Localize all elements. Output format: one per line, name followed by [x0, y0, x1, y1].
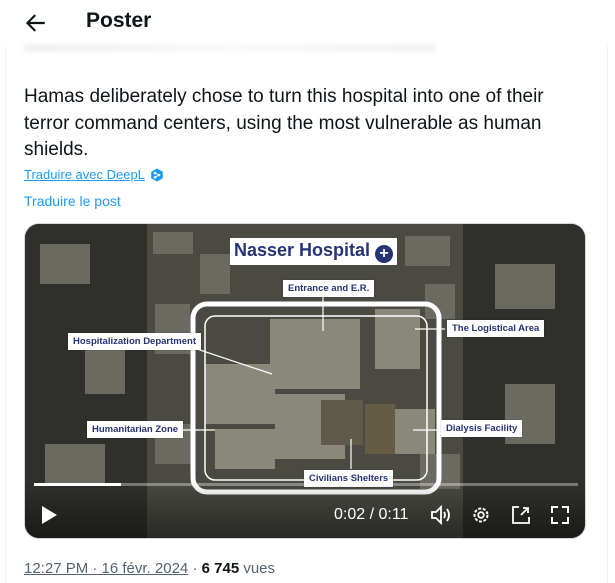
settings-gear-icon[interactable] [471, 505, 491, 525]
label-hospitalization: Hospitalization Department [68, 333, 201, 350]
label-logistical: The Logistical Area [447, 320, 545, 337]
page-title: Poster [86, 9, 152, 32]
label-humanitarian: Humanitarian Zone [87, 421, 184, 438]
view-count: 6 745 [201, 560, 240, 577]
tweet-meta: 12:27 PM · 16 févr. 2024 · 6 745 vues [24, 560, 275, 577]
video-time: 0:02 / 0:11 [334, 506, 409, 523]
back-arrow-icon[interactable] [22, 10, 48, 36]
deepl-logo-icon [151, 168, 163, 182]
scrolled-content-fade [24, 44, 436, 52]
hospital-name: Nasser Hospital [234, 240, 371, 260]
tweet-text: Hamas deliberately chose to turn this ho… [24, 86, 544, 160]
meta-separator: · [188, 560, 202, 577]
volume-icon[interactable] [430, 505, 452, 525]
medical-cross-icon: + [375, 245, 394, 263]
translate-post-link[interactable]: Traduire le post [24, 193, 121, 209]
translate-deepl-link[interactable]: Traduire avec DeepL [24, 167, 145, 182]
tweet-detail-page: Poster Hamas deliberately chose to turn … [0, 0, 615, 583]
fullscreen-icon[interactable] [550, 505, 570, 525]
video-progress-fill [34, 483, 122, 486]
video-controls-overlay [25, 482, 585, 538]
picture-in-picture-icon[interactable] [511, 505, 531, 525]
play-icon[interactable] [39, 505, 59, 525]
label-entrance: Entrance and E.R. [283, 280, 375, 297]
column-border-left [5, 0, 6, 583]
page-header: Poster [0, 0, 608, 46]
video-title-label: Nasser Hospital + [230, 238, 398, 265]
tweet-timestamp[interactable]: 12:27 PM · 16 févr. 2024 [24, 560, 188, 577]
view-label: vues [243, 560, 276, 577]
video-progress-bar[interactable] [34, 483, 578, 486]
video-player[interactable]: Nasser Hospital + Entrance and E.R. Hosp… [24, 223, 586, 539]
label-dialysis: Dialysis Facility [441, 420, 523, 437]
column-border-right [607, 0, 608, 583]
